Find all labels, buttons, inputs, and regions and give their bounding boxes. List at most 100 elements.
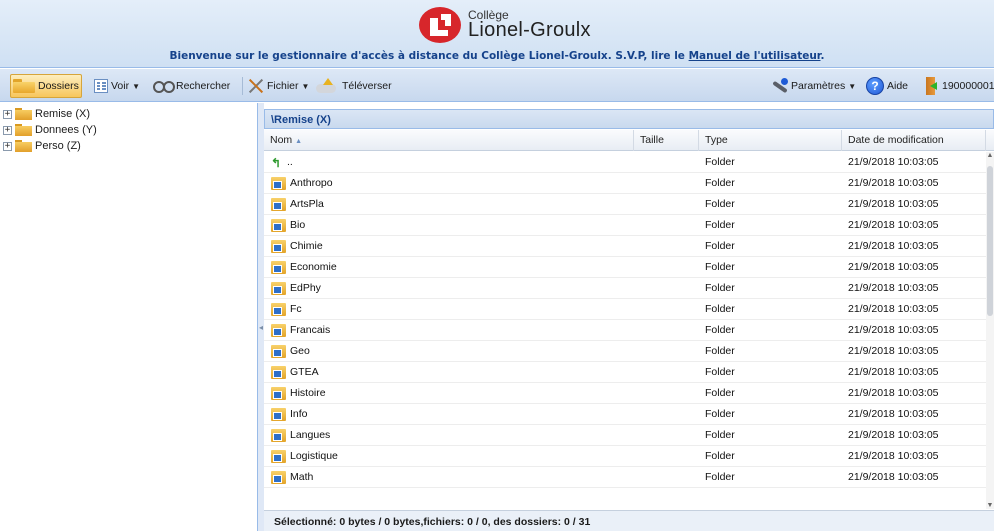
network-folder-icon (271, 387, 286, 400)
table-row[interactable]: Logistique Folder 21/9/2018 10:03:05 (264, 446, 986, 467)
row-date-cell: 21/9/2018 10:03:05 (848, 282, 939, 294)
expand-icon[interactable]: + (3, 125, 12, 135)
table-row[interactable]: Anthropo Folder 21/9/2018 10:03:05 (264, 173, 986, 194)
network-folder-icon (271, 219, 286, 232)
televerser-button[interactable]: Téléverser (313, 74, 394, 98)
row-name-cell: Langues (271, 425, 330, 446)
table-row[interactable]: Bio Folder 21/9/2018 10:03:05 (264, 215, 986, 236)
aide-label: Aide (887, 80, 909, 92)
network-folder-icon (271, 198, 286, 211)
network-folder-icon (271, 408, 286, 421)
column-header-name[interactable]: Nom ▲ (264, 130, 634, 151)
row-name-cell: ArtsPla (271, 194, 324, 215)
row-type-cell: Folder (705, 324, 735, 336)
table-row[interactable]: Info Folder 21/9/2018 10:03:05 (264, 404, 986, 425)
televerser-label: Téléverser (342, 80, 392, 92)
row-name-cell: Economie (271, 257, 337, 278)
table-row[interactable]: Francais Folder 21/9/2018 10:03:05 (264, 320, 986, 341)
table-row[interactable]: ↰.. Folder 21/9/2018 10:03:05 (264, 152, 986, 173)
voir-menu-button[interactable]: Voir ▼ (92, 74, 142, 98)
table-row[interactable]: GTEA Folder 21/9/2018 10:03:05 (264, 362, 986, 383)
row-name-label: Geo (290, 345, 310, 357)
logout-button[interactable]: 190000001 (921, 74, 994, 98)
row-type-cell: Folder (705, 471, 735, 483)
column-header-date[interactable]: Date de modification (842, 130, 986, 151)
table-row[interactable]: Geo Folder 21/9/2018 10:03:05 (264, 341, 986, 362)
dossiers-button[interactable]: Dossiers (10, 74, 82, 98)
row-type-cell: Folder (705, 387, 735, 399)
tools-icon (248, 78, 264, 94)
folder-icon (13, 79, 35, 93)
column-name-label: Nom (270, 134, 293, 146)
row-type-cell: Folder (705, 177, 735, 189)
row-type-cell: Folder (705, 240, 735, 252)
row-name-cell: Math (271, 467, 313, 488)
column-header-type[interactable]: Type (699, 130, 842, 151)
panel-title: \Remise (X) (264, 109, 994, 129)
scroll-up-icon[interactable]: ▲ (986, 152, 994, 159)
folder-icon (15, 140, 32, 152)
dossiers-label: Dossiers (38, 80, 79, 92)
row-name-label: .. (287, 156, 293, 168)
collapse-arrow-icon[interactable]: ◂ (259, 323, 263, 332)
logo-icon (419, 7, 461, 43)
row-date-cell: 21/9/2018 10:03:05 (848, 471, 939, 483)
fichier-menu-button[interactable]: Fichier ▼ (246, 74, 311, 98)
scrollbar-thumb[interactable] (987, 166, 993, 316)
tree-item-perso[interactable]: + Perso (Z) (0, 138, 81, 154)
row-type-cell: Folder (705, 261, 735, 273)
row-name-cell: Bio (271, 215, 305, 236)
row-name-label: Fc (290, 303, 302, 315)
expand-icon[interactable]: + (3, 109, 12, 119)
table-row[interactable]: Economie Folder 21/9/2018 10:03:05 (264, 257, 986, 278)
status-bar: Sélectionné: 0 bytes / 0 bytes,fichiers:… (264, 510, 994, 531)
up-arrow-icon: ↰ (271, 155, 282, 170)
row-date-cell: 21/9/2018 10:03:05 (848, 219, 939, 231)
expand-icon[interactable]: + (3, 141, 12, 151)
network-folder-icon (271, 261, 286, 274)
folder-icon (15, 124, 32, 136)
row-name-cell: ↰.. (271, 152, 293, 173)
table-row[interactable]: Langues Folder 21/9/2018 10:03:05 (264, 425, 986, 446)
tree-item-remise[interactable]: + Remise (X) (0, 106, 90, 122)
scroll-down-icon[interactable]: ▼ (986, 502, 994, 509)
network-folder-icon (271, 345, 286, 358)
row-name-label: Chimie (290, 240, 323, 252)
binoculars-icon (151, 79, 175, 93)
tree-item-label: Remise (X) (35, 108, 91, 120)
row-name-cell: EdPhy (271, 278, 321, 299)
network-folder-icon (271, 240, 286, 253)
aide-button[interactable]: ? Aide (864, 74, 910, 98)
network-folder-icon (271, 429, 286, 442)
tree-item-donnees[interactable]: + Donnees (Y) (0, 122, 97, 138)
table-row[interactable]: Histoire Folder 21/9/2018 10:03:05 (264, 383, 986, 404)
row-name-label: Bio (290, 219, 306, 231)
user-manual-link[interactable]: Manuel de l'utilisateur (689, 50, 821, 62)
table-row[interactable]: Fc Folder 21/9/2018 10:03:05 (264, 299, 986, 320)
row-name-label: Math (290, 471, 314, 483)
parametres-menu-button[interactable]: Paramètres ▼ (768, 74, 858, 98)
table-row[interactable]: Math Folder 21/9/2018 10:03:05 (264, 467, 986, 488)
chevron-down-icon: ▼ (132, 81, 141, 91)
row-type-cell: Folder (705, 366, 735, 378)
row-type-cell: Folder (705, 219, 735, 231)
folder-icon (15, 108, 32, 120)
row-name-cell: Fc (271, 299, 302, 320)
toolbar-divider (242, 77, 243, 95)
table-row[interactable]: EdPhy Folder 21/9/2018 10:03:05 (264, 278, 986, 299)
vertical-scrollbar[interactable]: ▲ ▼ (986, 152, 994, 509)
column-header-size[interactable]: Taille (634, 130, 699, 151)
network-folder-icon (271, 282, 286, 295)
table-row[interactable]: Chimie Folder 21/9/2018 10:03:05 (264, 236, 986, 257)
fichier-label: Fichier (267, 80, 299, 92)
row-name-cell: Francais (271, 320, 330, 341)
welcome-text: Bienvenue sur le gestionnaire d'accès à … (169, 50, 689, 62)
row-name-label: Info (290, 408, 308, 420)
network-folder-icon (271, 303, 286, 316)
table-row[interactable]: ArtsPla Folder 21/9/2018 10:03:05 (264, 194, 986, 215)
welcome-end: . (820, 50, 825, 62)
rechercher-button[interactable]: Rechercher (149, 74, 232, 98)
chevron-down-icon: ▼ (848, 81, 857, 91)
row-type-cell: Folder (705, 303, 735, 315)
network-folder-icon (271, 324, 286, 337)
